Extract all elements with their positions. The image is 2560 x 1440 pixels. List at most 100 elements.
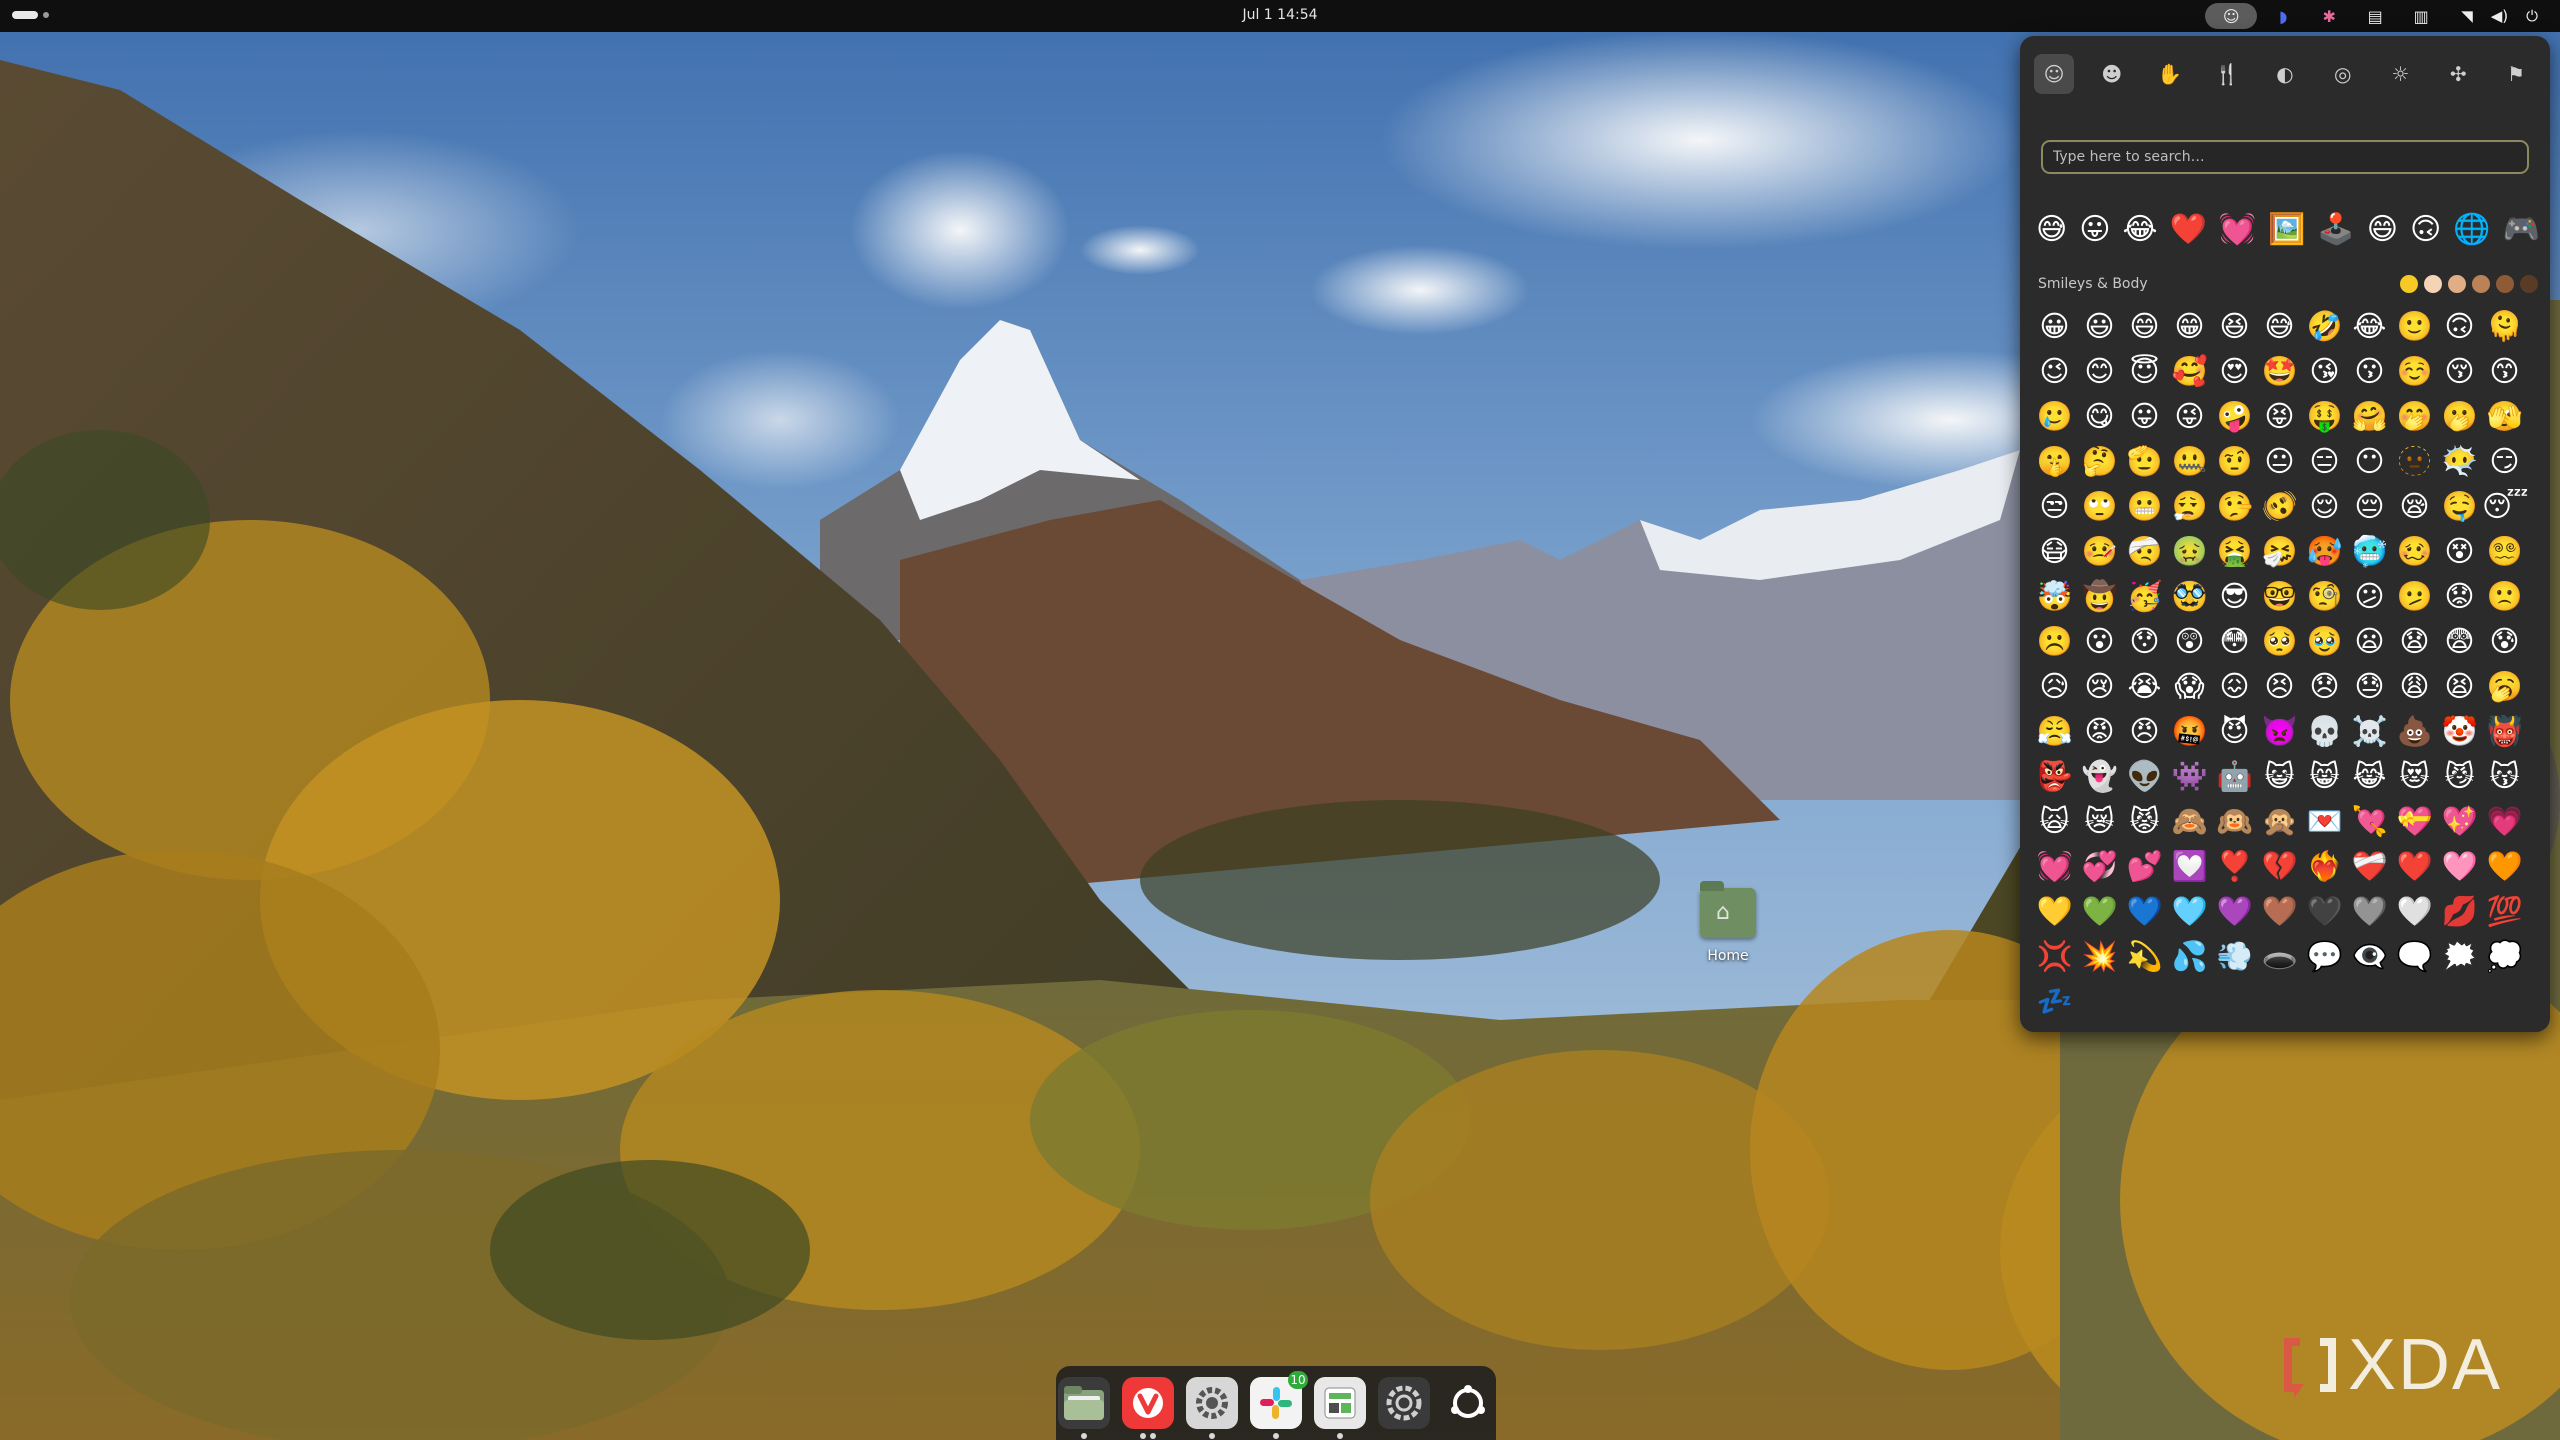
category-food-icon[interactable]: 🍴 xyxy=(2207,54,2247,94)
recent-emoji[interactable]: 😂 xyxy=(2122,212,2157,247)
emoji-button[interactable]: 🥶 xyxy=(2347,529,2392,574)
emoji-button[interactable]: 💭 xyxy=(2482,934,2527,979)
emoji-button[interactable]: ❤️ xyxy=(2392,844,2437,889)
emoji-button[interactable]: 🤤 xyxy=(2437,484,2482,529)
emoji-button[interactable]: 😓 xyxy=(2347,664,2392,709)
category-activities-icon[interactable]: ◎ xyxy=(2323,54,2363,94)
emoji-button[interactable]: 😜 xyxy=(2167,394,2212,439)
emoji-button[interactable]: 💌 xyxy=(2302,799,2347,844)
emoji-button[interactable]: 💀 xyxy=(2302,709,2347,754)
emoji-button[interactable]: 🙈 xyxy=(2167,799,2212,844)
emoji-button[interactable]: 🩷 xyxy=(2437,844,2482,889)
emoji-button[interactable]: 😋 xyxy=(2077,394,2122,439)
emoji-button[interactable]: 🥴 xyxy=(2392,529,2437,574)
emoji-button[interactable]: 🤕 xyxy=(2122,529,2167,574)
emoji-button[interactable]: 🤑 xyxy=(2302,394,2347,439)
emoji-button[interactable]: 😺 xyxy=(2257,754,2302,799)
emoji-button[interactable]: 😝 xyxy=(2257,394,2302,439)
emoji-button[interactable]: 😮‍💨 xyxy=(2167,484,2212,529)
emoji-button[interactable]: 🤧 xyxy=(2257,529,2302,574)
activities-button[interactable] xyxy=(12,11,49,19)
emoji-button[interactable]: 🫨 xyxy=(2257,484,2302,529)
dock-settings[interactable] xyxy=(1378,1377,1430,1429)
emoji-button[interactable]: 😢 xyxy=(2077,664,2122,709)
extension-icon[interactable]: ✱ xyxy=(2309,3,2349,29)
emoji-button[interactable]: 😪 xyxy=(2392,484,2437,529)
emoji-button[interactable]: 💟 xyxy=(2167,844,2212,889)
emoji-button[interactable]: 🥲 xyxy=(2032,394,2077,439)
emoji-button[interactable]: 💚 xyxy=(2077,889,2122,934)
emoji-button[interactable]: 😫 xyxy=(2437,664,2482,709)
emoji-button[interactable]: 🤗 xyxy=(2347,394,2392,439)
category-flags-icon[interactable]: ⚑ xyxy=(2496,54,2536,94)
emoji-button[interactable]: 😰 xyxy=(2482,619,2527,664)
emoji-button[interactable]: 😧 xyxy=(2392,619,2437,664)
emoji-button[interactable]: 💙 xyxy=(2122,889,2167,934)
category-people-icon[interactable]: ✋ xyxy=(2150,54,2190,94)
emoji-button[interactable]: 🗨️ xyxy=(2392,934,2437,979)
emoji-button[interactable]: 💩 xyxy=(2392,709,2437,754)
emoji-button[interactable]: 😣 xyxy=(2257,664,2302,709)
emoji-button[interactable]: 🫤 xyxy=(2392,574,2437,619)
emoji-button[interactable]: 🥺 xyxy=(2257,619,2302,664)
emoji-button[interactable]: 😭 xyxy=(2122,664,2167,709)
emoji-button[interactable]: 🩶 xyxy=(2347,889,2392,934)
dock-tweaks[interactable] xyxy=(1186,1377,1238,1439)
emoji-button[interactable]: 🫢 xyxy=(2437,394,2482,439)
emoji-button[interactable]: 😷 xyxy=(2032,529,2077,574)
dock-app-grid[interactable] xyxy=(1442,1377,1494,1429)
emoji-button[interactable]: 😻 xyxy=(2392,754,2437,799)
emoji-button[interactable]: 🤣 xyxy=(2302,304,2347,349)
recent-emoji[interactable]: 🌐 xyxy=(2453,212,2490,247)
emoji-button[interactable]: 😅 xyxy=(2257,304,2302,349)
emoji-button[interactable]: 😩 xyxy=(2392,664,2437,709)
emoji-button[interactable]: 🫣 xyxy=(2482,394,2527,439)
emoji-button[interactable]: 🧐 xyxy=(2302,574,2347,619)
emoji-button[interactable]: 😥 xyxy=(2032,664,2077,709)
emoji-button[interactable]: 🕳️ xyxy=(2257,934,2302,979)
emoji-button[interactable]: 😚 xyxy=(2437,349,2482,394)
emoji-button[interactable]: 🧡 xyxy=(2482,844,2527,889)
emoji-button[interactable]: 😖 xyxy=(2212,664,2257,709)
emoji-button[interactable]: 😸 xyxy=(2302,754,2347,799)
recent-emoji[interactable]: 😛 xyxy=(2079,212,2110,247)
dock-system-monitor[interactable] xyxy=(1314,1377,1366,1439)
emoji-button[interactable]: 😳 xyxy=(2212,619,2257,664)
emoji-button[interactable]: 💖 xyxy=(2437,799,2482,844)
skin-tone-option[interactable] xyxy=(2520,275,2538,293)
emoji-button[interactable]: 🙀 xyxy=(2032,799,2077,844)
emoji-button[interactable]: 🤢 xyxy=(2167,529,2212,574)
emoji-button[interactable]: 🙃 xyxy=(2437,304,2482,349)
emoji-button[interactable]: 💢 xyxy=(2032,934,2077,979)
emoji-button[interactable]: 😂 xyxy=(2347,304,2392,349)
emoji-button[interactable]: 👺 xyxy=(2032,754,2077,799)
emoji-button[interactable]: 😼 xyxy=(2437,754,2482,799)
emoji-button[interactable]: 😯 xyxy=(2122,619,2167,664)
recent-emoji[interactable]: 🎮 xyxy=(2503,212,2540,247)
emoji-button[interactable]: 😿 xyxy=(2077,799,2122,844)
emoji-button[interactable]: ☠️ xyxy=(2347,709,2392,754)
emoji-button[interactable]: 🤪 xyxy=(2212,394,2257,439)
emoji-button[interactable]: 😕 xyxy=(2347,574,2392,619)
skin-tone-option[interactable] xyxy=(2400,275,2418,293)
emoji-button[interactable]: 😊 xyxy=(2077,349,2122,394)
emoji-button[interactable]: 🤫 xyxy=(2032,439,2077,484)
emoji-button[interactable]: ☹️ xyxy=(2032,619,2077,664)
emoji-button[interactable]: 💫 xyxy=(2122,934,2167,979)
emoji-button[interactable]: 🤥 xyxy=(2212,484,2257,529)
emoji-button[interactable]: 😵 xyxy=(2437,529,2482,574)
emoji-button[interactable]: 💦 xyxy=(2167,934,2212,979)
emoji-button[interactable]: 😍 xyxy=(2212,349,2257,394)
emoji-button[interactable]: 💝 xyxy=(2392,799,2437,844)
emoji-button[interactable]: 💋 xyxy=(2437,889,2482,934)
emoji-button[interactable]: 🩵 xyxy=(2167,889,2212,934)
emoji-button[interactable]: 😀 xyxy=(2032,304,2077,349)
date-time-button[interactable]: Jul 1 14:54 xyxy=(1242,7,1317,23)
category-recent-icon[interactable]: ☺ xyxy=(2034,54,2074,94)
tiling-icon[interactable]: ▥ xyxy=(2401,3,2441,29)
emoji-button[interactable]: 🤯 xyxy=(2032,574,2077,619)
recent-emoji[interactable]: 🕹️ xyxy=(2317,212,2354,247)
recent-emoji[interactable]: 🙃 xyxy=(2410,212,2441,247)
emoji-button[interactable]: 🫠 xyxy=(2482,304,2527,349)
emoji-button[interactable]: 😒 xyxy=(2032,484,2077,529)
